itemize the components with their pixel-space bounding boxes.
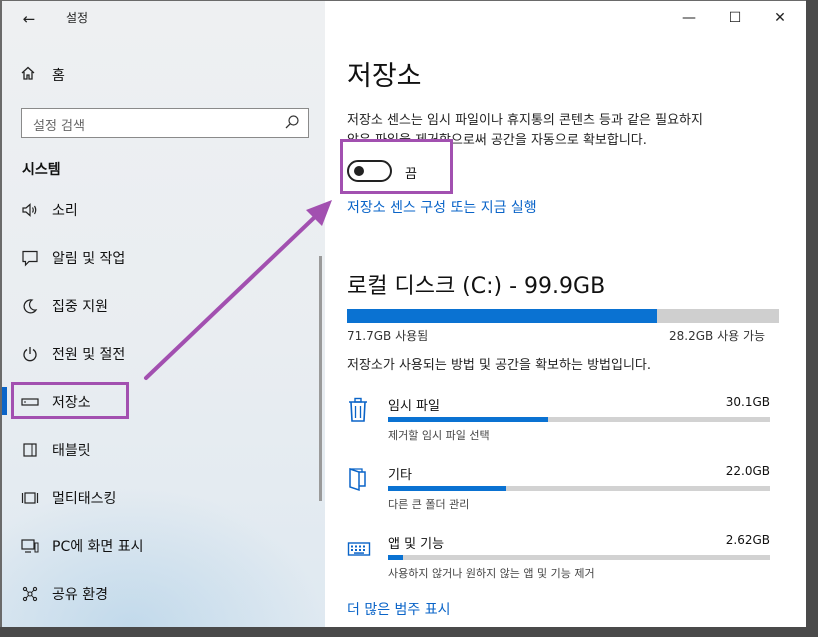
sidebar-item-power[interactable]: 전원 및 절전 [20,341,125,367]
message-icon [20,248,40,268]
description-line: 저장소 센스는 임시 파일이나 휴지통의 콘텐츠 등과 같은 필요하지 [347,113,703,128]
multitasking-icon [20,488,40,508]
window-border [0,627,818,637]
configure-storage-sense-link[interactable]: 저장소 센스 구성 또는 지금 실행 [347,197,537,217]
sidebar-item-multitasking[interactable]: 멀티태스킹 [20,485,116,511]
settings-window: ← 설정 홈 설정 검색 시스템 소리 알림 및 작업 집중 지원 전원 및 절… [0,0,818,637]
disk-usage-bar [347,309,779,323]
back-arrow-icon[interactable]: ← [16,7,42,31]
show-more-categories-link[interactable]: 더 많은 범주 표시 [347,599,451,619]
category-bar-fill [388,486,507,491]
sidebar: ← 설정 홈 설정 검색 시스템 소리 알림 및 작업 집중 지원 전원 및 절… [2,1,325,627]
category-apps[interactable]: 앱 및 기능 2.62GB 사용하지 않거나 원하지 않는 앱 및 기능 제거 [347,533,770,583]
sidebar-item-share[interactable]: 공유 환경 [20,581,108,607]
category-temp-files[interactable]: 임시 파일 30.1GB 제거할 임시 파일 선택 [347,395,770,445]
window-border [806,0,818,637]
trash-icon [347,397,371,423]
disk-title: 로컬 디스크 (C:) - 99.9GB [347,274,606,299]
disk-free-label: 28.2GB 사용 가능 [669,329,766,343]
sidebar-item-label: 전원 및 절전 [52,347,126,363]
search-placeholder: 설정 검색 [33,119,85,134]
toggle-knob [354,166,364,176]
section-title-system: 시스템 [22,162,61,178]
minimize-button[interactable]: — [674,8,704,28]
search-input[interactable]: 설정 검색 [21,108,309,138]
sidebar-item-focus[interactable]: 집중 지원 [20,293,108,319]
category-bar-fill [388,417,549,422]
category-other[interactable]: 기타 22.0GB 다른 큰 폴더 관리 [347,464,770,514]
sidebar-item-label: 태블릿 [52,443,91,459]
sidebar-item-label: 소리 [52,203,78,219]
disk-usage-fill [347,309,658,323]
category-bar [388,417,770,422]
category-subtitle: 다른 큰 폴더 관리 [388,498,470,511]
moon-icon [20,296,40,316]
project-icon [20,536,40,556]
sidebar-scrollbar[interactable] [319,256,322,501]
annotation-box-storage [11,382,129,419]
category-name: 임시 파일 [388,399,440,414]
tablet-icon [20,440,40,460]
selected-indicator [2,387,7,415]
share-icon [20,584,40,604]
category-subtitle: 사용하지 않거나 원하지 않는 앱 및 기능 제거 [388,567,595,580]
sidebar-item-label: 멀티태스킹 [52,491,117,507]
page-title: 저장소 [347,61,422,92]
storage-sense-toggle[interactable] [347,160,392,182]
usage-description: 저장소가 사용되는 방법 및 공간을 확보하는 방법입니다. [347,358,652,373]
toggle-state-label: 끔 [405,167,417,182]
power-icon [20,344,40,364]
window-title: 설정 [66,11,89,25]
category-bar [388,486,770,491]
sidebar-item-label: 공유 환경 [52,587,108,603]
window-border [0,0,818,1]
sidebar-item-tablet[interactable]: 태블릿 [20,437,91,463]
category-subtitle: 제거할 임시 파일 선택 [388,429,490,442]
category-bar-fill [388,555,404,560]
nav-home-label: 홈 [52,68,65,84]
maximize-button[interactable]: ☐ [720,8,750,28]
sidebar-item-notifications[interactable]: 알림 및 작업 [20,245,125,271]
category-name: 기타 [388,468,412,483]
sidebar-item-label: 집중 지원 [52,299,108,315]
category-size: 22.0GB [725,464,770,478]
speaker-icon [20,200,40,220]
sidebar-item-project[interactable]: PC에 화면 표시 [20,533,144,559]
category-bar [388,555,770,560]
sidebar-item-label: PC에 화면 표시 [52,539,144,555]
category-size: 2.62GB [725,533,770,547]
category-name: 앱 및 기능 [388,537,445,552]
search-icon [284,114,300,130]
sidebar-item-sound[interactable]: 소리 [20,197,78,223]
sidebar-item-label: 알림 및 작업 [52,251,126,267]
window-border [0,0,2,637]
close-button[interactable]: ✕ [765,8,795,28]
keyboard-icon [347,535,371,561]
nav-home[interactable]: 홈 [20,63,65,87]
home-icon [20,65,40,85]
category-size: 30.1GB [725,395,770,409]
folder-icon [347,466,371,492]
disk-used-label: 71.7GB 사용됨 [347,329,429,343]
